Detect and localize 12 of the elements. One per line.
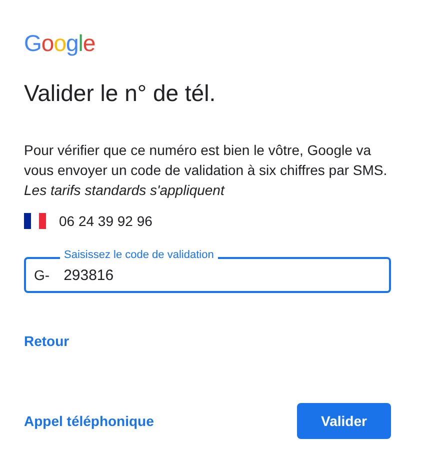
back-link[interactable]: Retour — [24, 333, 70, 349]
field-label: Saisissez le code de validation — [60, 248, 218, 262]
field-value: 293816 — [64, 266, 114, 284]
phone-call-link[interactable]: Appel téléphonique — [24, 413, 154, 429]
submit-button[interactable]: Valider — [297, 403, 391, 439]
code-prefix: G- — [34, 267, 50, 283]
phone-number: 06 24 39 92 96 — [59, 213, 152, 229]
logo: Google — [24, 30, 96, 56]
flag-icon — [24, 213, 46, 229]
page-title: Valider le n° de tél. — [24, 79, 216, 108]
rates-note: Les tarifs standards s'appliquent — [24, 181, 224, 200]
description-text: Pour vérifier que ce numéro est bien le vôtre, Google va vous envoyer un code de validation à six chiffres par SMS. — [24, 141, 388, 180]
